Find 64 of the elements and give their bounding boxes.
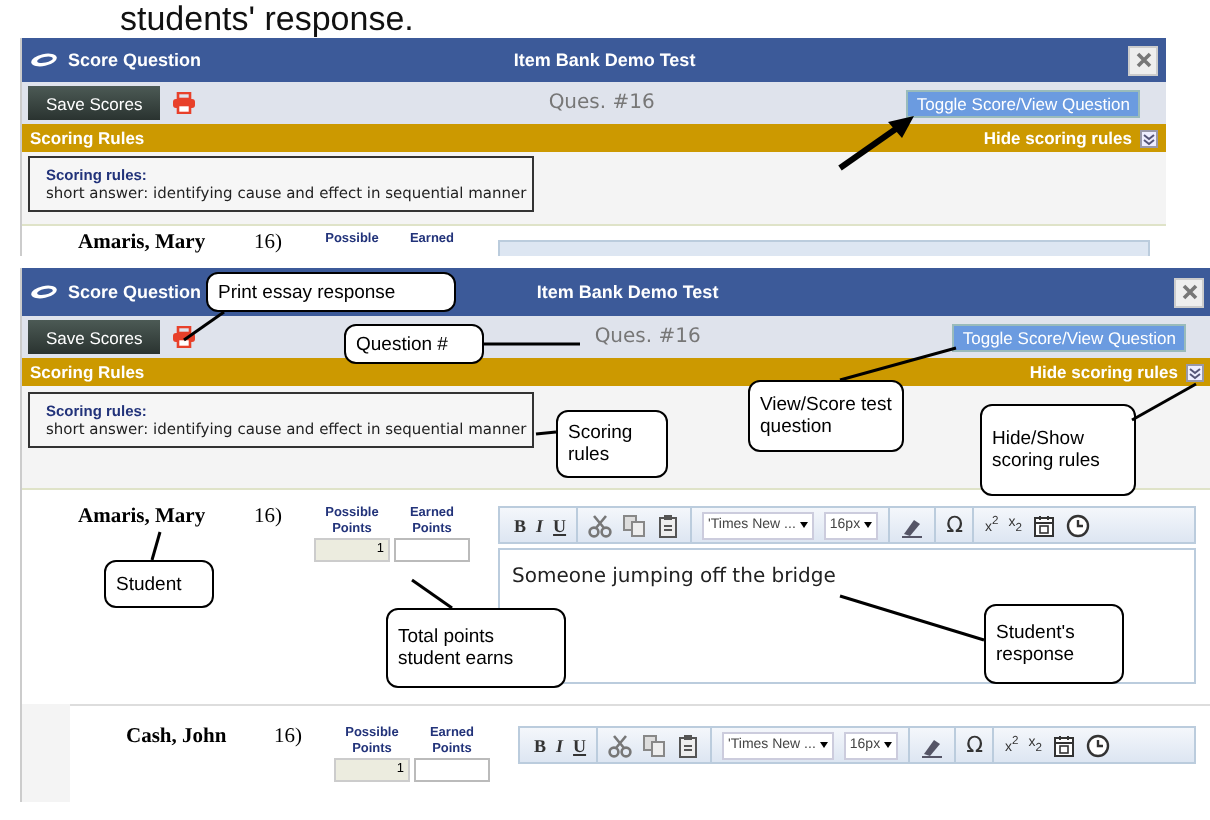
close-icon — [1135, 52, 1151, 68]
copy-icon — [642, 733, 667, 757]
clipboard-icon — [656, 513, 681, 537]
student-name: Amaris, Mary — [78, 506, 208, 528]
pointer-arrow — [838, 116, 914, 171]
earned-points-field[interactable] — [394, 538, 470, 562]
earned-points-field[interactable] — [414, 758, 490, 782]
callout-tooltip: Scoring rules — [556, 410, 668, 478]
callout-tooltip: Print essay response — [206, 272, 456, 312]
printer-icon — [172, 92, 197, 114]
callout-tooltip: View/Score test question — [748, 380, 904, 452]
logo-icon — [30, 52, 58, 68]
print-button[interactable] — [172, 326, 197, 348]
clock-icon — [1065, 513, 1090, 537]
leader-line — [1131, 382, 1197, 422]
format-button[interactable]: U — [553, 515, 567, 535]
close-button[interactable] — [1128, 45, 1158, 75]
leader-line — [183, 310, 225, 342]
format-button[interactable]: U — [573, 735, 587, 755]
save-scores-button[interactable]: Save Scores — [28, 320, 161, 354]
calendar-icon — [1031, 513, 1056, 537]
callout-tooltip: Student's response — [984, 604, 1124, 684]
logo-icon — [30, 284, 58, 300]
question-number-label: 16) — [254, 232, 284, 254]
window-title: Score Question — [68, 50, 202, 70]
callout-tooltip: Total points student earns — [386, 608, 566, 688]
student-name: Amaris, Mary — [78, 232, 208, 254]
leader-line — [150, 531, 162, 561]
callout-tooltip: Student — [104, 560, 214, 608]
callout-tooltip: Question # — [344, 324, 484, 364]
calendar-icon — [1051, 733, 1076, 757]
leader-line — [411, 578, 453, 610]
leader-line — [535, 430, 557, 436]
section-title: Scoring Rules — [30, 128, 145, 148]
symbol-button[interactable]: Ω — [966, 732, 983, 758]
symbol-button[interactable]: Ω — [946, 512, 963, 538]
scissors-icon — [588, 513, 613, 537]
test-title: Item Bank Demo Test — [513, 50, 696, 70]
callout-tooltip: Hide/Show scoring rules — [980, 404, 1136, 496]
question-number-label: 16) — [254, 506, 284, 528]
save-scores-button[interactable]: Save Scores — [28, 86, 161, 120]
close-button[interactable] — [1174, 277, 1204, 307]
clock-icon — [1085, 733, 1110, 757]
question-number: Ques. #16 — [548, 92, 655, 114]
window-title: Score Question — [68, 282, 202, 302]
chevron-down-icon — [1186, 363, 1204, 381]
student-name: Cash, John — [126, 726, 229, 748]
format-button[interactable]: I — [556, 735, 564, 755]
leader-line — [839, 346, 957, 382]
format-button[interactable]: I — [536, 515, 544, 535]
copy-icon — [622, 513, 647, 537]
format-button[interactable]: B — [514, 515, 527, 535]
printer-icon — [172, 326, 197, 348]
leader-line — [484, 342, 580, 346]
question-number: Ques. #16 — [594, 326, 701, 348]
clipboard-icon — [676, 733, 701, 757]
close-icon — [1181, 284, 1197, 300]
section-title: Scoring Rules — [30, 362, 145, 382]
format-button[interactable]: B — [534, 735, 547, 755]
chevron-down-icon — [1140, 129, 1158, 147]
question-number-label: 16) — [274, 726, 304, 748]
test-title: Item Bank Demo Test — [536, 282, 719, 302]
scissors-icon — [608, 733, 633, 757]
page-heading: students' response. — [120, 0, 416, 38]
